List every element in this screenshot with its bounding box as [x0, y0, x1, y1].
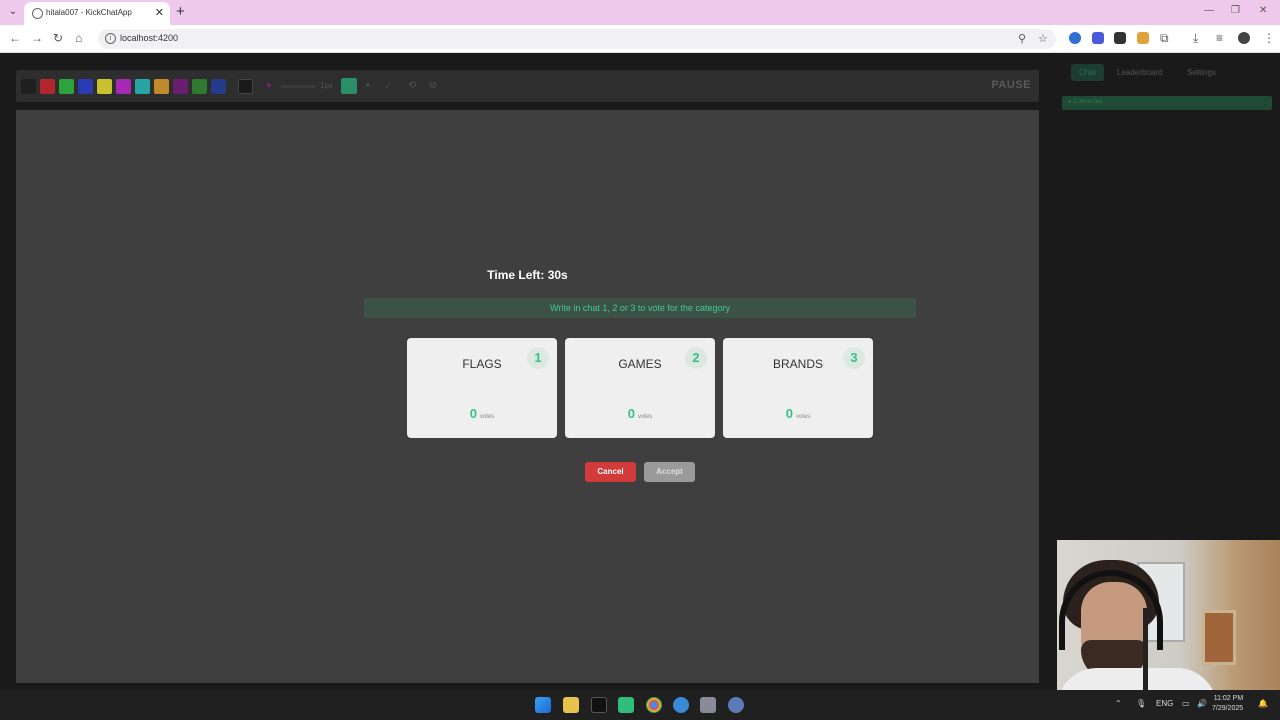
site-info-icon[interactable]: i [105, 33, 116, 44]
profile-avatar[interactable] [1238, 32, 1250, 44]
media-control-icon[interactable]: ≡ [1216, 31, 1223, 45]
zoom-icon[interactable]: ⚲ [1018, 32, 1026, 45]
file-explorer-icon[interactable] [563, 697, 579, 713]
extension-icon[interactable] [1137, 32, 1149, 44]
clock-date: 7/29/2025 [1212, 705, 1244, 712]
system-clock[interactable]: 11:02 PM 7/29/2025 [1212, 694, 1243, 714]
tab-title: hitala007 - KickChatApp [46, 8, 132, 17]
color-swatch[interactable] [154, 79, 169, 94]
window-close-icon[interactable]: ✕ [1259, 5, 1267, 17]
tray-volume-icon[interactable]: 🔊 [1197, 699, 1207, 708]
extensions-puzzle-icon[interactable]: ⧉ [1160, 31, 1169, 45]
taskbar: ⌃ 🎙 ENG ▭ 🔊 11:02 PM 7/29/2025 🔔 [0, 690, 1280, 720]
tab-close-icon[interactable]: ✕ [155, 6, 164, 20]
vote-count-row: 0 votes [407, 405, 557, 423]
vote-instructions: Write in chat 1, 2 or 3 to vote for the … [364, 298, 916, 318]
tray-chevron-icon[interactable]: ⌃ [1115, 699, 1122, 708]
url-text: localhost:4200 [120, 33, 179, 43]
brush-size-dot-icon: ● [266, 80, 273, 91]
votes-label: votes [795, 414, 811, 420]
minimize-icon[interactable]: — [1204, 5, 1214, 17]
bookmark-star-icon[interactable]: ☆ [1038, 32, 1048, 45]
color-swatch[interactable] [78, 79, 93, 94]
color-swatch[interactable] [192, 79, 207, 94]
category-number-badge: 2 [685, 347, 707, 369]
home-icon[interactable]: ⌂ [75, 31, 82, 45]
app-icon[interactable] [591, 697, 607, 713]
vote-count-row: 0 votes [565, 405, 715, 423]
extension-icon[interactable] [1092, 32, 1104, 44]
category-number-badge: 1 [527, 347, 549, 369]
forward-icon[interactable]: → [31, 31, 43, 45]
browser-tab-bar: ⌄ hitala007 - KickChatApp ✕ + — ❐ ✕ [0, 0, 1280, 25]
votes-label: votes [479, 414, 495, 420]
vote-count: 0 [627, 406, 635, 421]
pen-icon[interactable]: ∕ [388, 78, 390, 94]
menu-dots-icon[interactable]: ⋮ [1263, 31, 1275, 45]
download-icon[interactable]: ⤓ [1193, 31, 1198, 45]
color-swatch[interactable] [40, 79, 55, 94]
notification-bell-icon[interactable]: 🔔 [1258, 699, 1268, 708]
color-swatch[interactable] [173, 79, 188, 94]
chrome-icon[interactable] [646, 697, 662, 713]
extension-icon[interactable] [1069, 32, 1081, 44]
back-icon[interactable]: ← [9, 31, 21, 45]
tab-settings[interactable]: Settings [1179, 64, 1224, 81]
connection-status: ● Connected [1062, 96, 1272, 110]
current-color-picker[interactable] [238, 79, 253, 94]
accept-button[interactable]: Accept [644, 462, 695, 482]
cancel-button[interactable]: Cancel [585, 462, 636, 482]
webcam-microphone [1143, 608, 1148, 700]
category-card-games[interactable]: GAMES 2 0 votes [565, 338, 715, 438]
category-card-brands[interactable]: BRANDS 3 0 votes [723, 338, 873, 438]
start-icon[interactable] [535, 697, 551, 713]
settings-gear-icon[interactable] [728, 697, 744, 713]
vote-count: 0 [469, 406, 477, 421]
category-number-badge: 3 [843, 347, 865, 369]
pause-button[interactable]: PAUSE [991, 79, 1031, 91]
color-swatch[interactable] [59, 79, 74, 94]
url-input[interactable]: i localhost:4200 ⚲ ☆ [98, 29, 1056, 49]
new-tab-button[interactable]: + [176, 4, 185, 20]
color-swatch[interactable] [135, 79, 150, 94]
brush-size-slider[interactable] [280, 85, 316, 88]
maximize-icon[interactable]: ❐ [1231, 5, 1240, 17]
language-indicator[interactable]: ENG [1156, 699, 1173, 708]
votes-label: votes [637, 414, 653, 420]
tab-leaderboard[interactable]: Leaderboard [1109, 64, 1170, 81]
drawing-toolbar: ● 1px ▪ ∕ ⟲ ⊘ PAUSE [16, 70, 1039, 102]
browser-icon[interactable] [673, 697, 689, 713]
webcam-picture-frame [1202, 610, 1236, 665]
color-swatch[interactable] [21, 79, 36, 94]
kick-app-icon[interactable] [618, 697, 634, 713]
tray-network-icon[interactable]: ▭ [1182, 699, 1190, 708]
clock-time: 11:02 PM [1213, 695, 1244, 702]
tab-search-icon[interactable]: ⌄ [6, 5, 20, 19]
eraser-icon[interactable]: ▪ [366, 78, 370, 94]
browser-tab[interactable]: hitala007 - KickChatApp ✕ [24, 2, 170, 25]
tray-mic-icon[interactable]: 🎙 [1136, 699, 1146, 708]
address-bar-row: ← → ↻ ⌂ i localhost:4200 ⚲ ☆ ⧉ ⤓ ≡ ⋮ [0, 25, 1280, 53]
undo-icon[interactable]: ⟲ [408, 78, 416, 94]
tab-chat[interactable]: Chat [1071, 64, 1104, 81]
brush-size-value: 1px [320, 81, 333, 90]
fill-tool-button[interactable] [341, 78, 357, 94]
color-swatch[interactable] [116, 79, 131, 94]
favicon-icon [32, 8, 43, 19]
color-swatch[interactable] [97, 79, 112, 94]
vote-timer: Time Left: 30s [487, 268, 568, 282]
webcam-overlay [1057, 540, 1280, 700]
clear-icon[interactable]: ⊘ [429, 78, 437, 94]
vote-count: 0 [785, 406, 793, 421]
extension-icon[interactable] [1114, 32, 1126, 44]
calculator-icon[interactable] [700, 697, 716, 713]
reload-icon[interactable]: ↻ [53, 31, 63, 45]
color-swatch[interactable] [211, 79, 226, 94]
drawing-canvas[interactable]: Time Left: 30s Write in chat 1, 2 or 3 t… [16, 110, 1039, 683]
category-card-flags[interactable]: FLAGS 1 0 votes [407, 338, 557, 438]
vote-count-row: 0 votes [723, 405, 873, 423]
